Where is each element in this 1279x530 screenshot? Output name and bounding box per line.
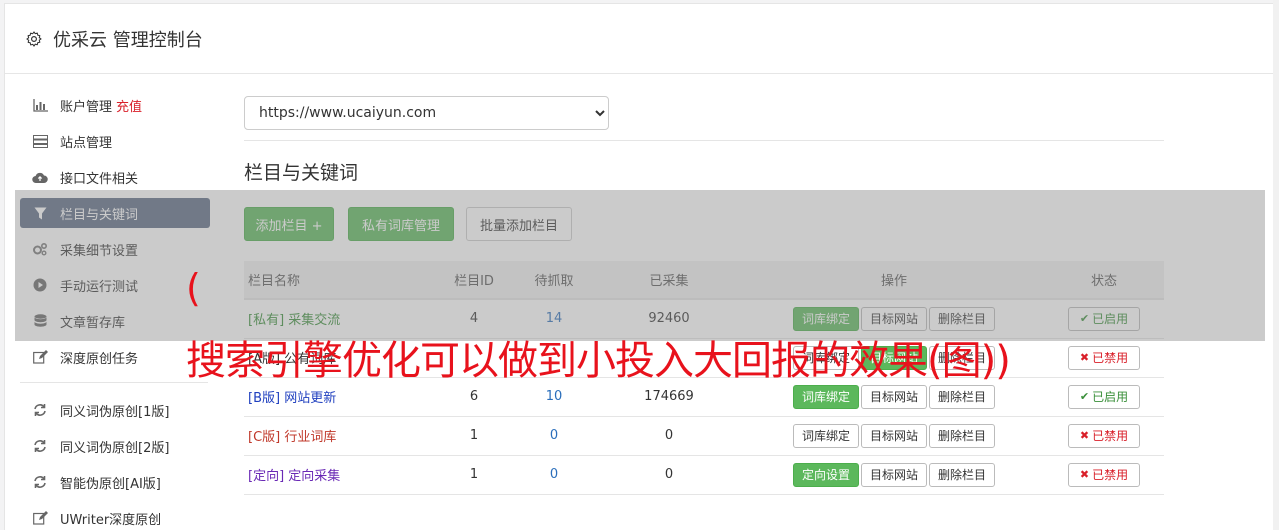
sidebar-item-label: 智能伪原创[AI版] <box>60 476 161 492</box>
recharge-link[interactable]: 充值 <box>116 96 142 115</box>
target-site-button[interactable]: 目标网站 <box>860 462 927 487</box>
sidebar-divider <box>20 382 208 383</box>
column-name-cell[interactable]: [定向] 定向采集 <box>244 455 434 495</box>
sidebar-item-label: 深度原创任务 <box>60 351 139 367</box>
status-toggle[interactable]: ✔ 已启用 <box>1068 384 1140 409</box>
refresh-icon <box>32 474 48 490</box>
ops-cell: 词库绑定 目标网站 删除栏目 <box>744 416 1044 456</box>
refresh-icon <box>32 438 48 454</box>
ops-cell: 定向设置 目标网站 删除栏目 <box>744 455 1044 495</box>
delete-column-button[interactable]: 删除栏目 <box>929 423 996 448</box>
target-site-button[interactable]: 目标网站 <box>860 423 927 448</box>
column-tag: [C版] <box>248 430 281 445</box>
status-label: 已禁用 <box>1092 468 1129 482</box>
pending-count[interactable]: 0 <box>514 416 594 456</box>
cross-icon: ✖ <box>1079 468 1090 481</box>
sidebar-item-deep-original[interactable]: 深度原创任务 <box>20 342 210 372</box>
sidebar-item-label: 站点管理 <box>60 135 113 151</box>
bind-lexicon-button[interactable]: 词库绑定 <box>792 384 859 409</box>
bar-chart-icon <box>32 97 48 113</box>
bind-lexicon-button[interactable]: 词库绑定 <box>792 423 859 448</box>
sidebar-item-synonym-v1[interactable]: 同义词伪原创[1版] <box>20 395 210 425</box>
sidebar-item-synonym-v2[interactable]: 同义词伪原创[2版] <box>20 431 210 461</box>
status-toggle[interactable]: ✖ 已禁用 <box>1068 345 1140 370</box>
status-label: 已禁用 <box>1092 429 1129 443</box>
column-name-cell[interactable]: [C版] 行业词库 <box>244 416 434 456</box>
status-label: 已禁用 <box>1092 351 1129 365</box>
column-id: 1 <box>434 416 514 456</box>
sidebar-item-uwriter[interactable]: UWriter深度原创 <box>20 503 210 530</box>
sidebar-item-label: 接口文件相关 <box>60 171 139 187</box>
cross-icon: ✖ <box>1079 351 1090 364</box>
sidebar-item-ai-rewrite[interactable]: 智能伪原创[AI版] <box>20 467 210 497</box>
cloud-upload-icon <box>32 169 48 185</box>
target-site-button[interactable]: 目标网站 <box>860 384 927 409</box>
column-name[interactable]: 网站更新 <box>284 391 336 406</box>
sidebar-item-api[interactable]: 接口文件相关 <box>20 162 210 192</box>
edit-icon <box>32 510 48 526</box>
divider <box>244 140 1164 141</box>
page-title: 优采云 管理控制台 <box>53 29 203 51</box>
column-tag: [B版] <box>248 391 281 406</box>
status-cell: ✖ 已禁用 <box>1044 416 1164 456</box>
status-toggle[interactable]: ✖ 已禁用 <box>1068 423 1140 448</box>
table-row: [定向] 定向采集 1 0 0 定向设置 目标网站 删除栏目 ✖ 已禁用 <box>244 455 1164 495</box>
section-title: 栏目与关键词 <box>244 162 359 184</box>
sidebar-item-label: UWriter深度原创 <box>60 512 162 528</box>
sidebar-item-label: 同义词伪原创[2版] <box>60 440 170 456</box>
status-cell: ✖ 已禁用 <box>1044 455 1164 495</box>
edit-icon <box>32 349 48 365</box>
sidebar-item-label: 账户管理 <box>60 99 113 115</box>
refresh-icon <box>32 402 48 418</box>
status-cell: ✖ 已禁用 <box>1044 338 1164 378</box>
delete-column-button[interactable]: 删除栏目 <box>929 384 996 409</box>
site-select[interactable]: https://www.ucaiyun.com <box>244 96 609 130</box>
sidebar-item-label: 同义词伪原创[1版] <box>60 404 170 420</box>
column-tag: [定向] <box>248 469 285 484</box>
overlay-headline: 搜索引擎优化可以做到小投入大回报的效果(图)) <box>186 338 1011 384</box>
collected-count: 0 <box>594 455 744 495</box>
panel-header: 优采云 管理控制台 <box>5 4 1275 74</box>
server-icon <box>32 133 48 149</box>
column-name[interactable]: 行业词库 <box>284 430 336 445</box>
column-id: 1 <box>434 455 514 495</box>
delete-column-button[interactable]: 删除栏目 <box>929 462 996 487</box>
collected-count: 0 <box>594 416 744 456</box>
status-label: 已启用 <box>1092 390 1129 404</box>
overlay-band <box>15 190 1265 341</box>
pending-count[interactable]: 0 <box>514 455 594 495</box>
sidebar-item-account[interactable]: 账户管理 充值 <box>20 90 210 120</box>
table-row: [C版] 行业词库 1 0 0 词库绑定 目标网站 删除栏目 ✖ 已禁用 <box>244 416 1164 456</box>
gear-icon <box>26 30 42 47</box>
column-name[interactable]: 定向采集 <box>288 469 340 484</box>
directed-settings-button[interactable]: 定向设置 <box>792 462 859 487</box>
cross-icon: ✖ <box>1079 429 1090 442</box>
status-cell: ✔ 已启用 <box>1044 377 1164 417</box>
sidebar-item-sites[interactable]: 站点管理 <box>20 126 210 156</box>
status-toggle[interactable]: ✖ 已禁用 <box>1068 462 1140 487</box>
scrollbar[interactable] <box>1273 0 1279 530</box>
overlay-paren: ( <box>186 266 201 310</box>
check-icon: ✔ <box>1079 390 1090 403</box>
